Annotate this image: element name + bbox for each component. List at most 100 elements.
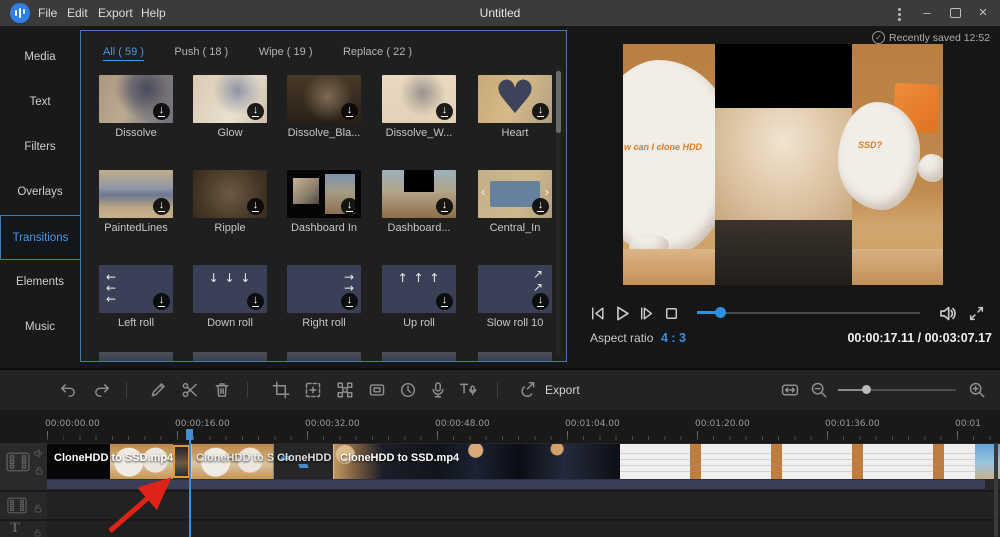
download-icon[interactable]: ↓: [532, 293, 549, 310]
download-icon[interactable]: ↓: [247, 293, 264, 310]
track-mute-icon[interactable]: [33, 448, 44, 459]
split-scissors-button[interactable]: [181, 381, 199, 399]
duration-clock-button[interactable]: [399, 381, 417, 399]
download-icon[interactable]: ↓: [341, 103, 358, 120]
delete-trash-button[interactable]: [213, 381, 231, 399]
download-icon[interactable]: ↓: [532, 103, 549, 120]
transition-item-dissolve[interactable]: ↓ Dissolve: [99, 75, 173, 141]
transition-item-slow-roll[interactable]: ↗ ↗ ↓ Slow roll 10: [478, 265, 552, 331]
transition-item-glow[interactable]: ↓ Glow: [193, 75, 267, 141]
sidebar-item-text[interactable]: Text: [0, 80, 80, 125]
transition-item-dissolve-white[interactable]: ↓ Dissolve_W...: [382, 75, 456, 141]
transition-label: Dissolve: [89, 127, 183, 139]
transition-item-dissolve-black[interactable]: ↓ Dissolve_Bla...: [287, 75, 361, 141]
close-button[interactable]: ×: [972, 0, 994, 26]
zoom-in-button[interactable]: [968, 381, 986, 399]
transition-item-up-roll[interactable]: ↑ ↑ ↑ ↓ Up roll: [382, 265, 456, 331]
transition-item-dashboard[interactable]: ↓ Dashboard...: [382, 170, 456, 236]
download-icon[interactable]: ↓: [436, 103, 453, 120]
transition-item-right-roll[interactable]: → → ↓ Right roll: [287, 265, 361, 331]
download-icon[interactable]: ↓: [436, 198, 453, 215]
track-lock-icon[interactable]: [33, 503, 43, 514]
seek-slider[interactable]: [697, 312, 920, 314]
fit-timeline-button[interactable]: [781, 381, 799, 399]
tab-all[interactable]: All ( 59 ): [103, 46, 144, 61]
undo-button[interactable]: [59, 381, 77, 399]
edit-pencil-button[interactable]: [149, 381, 167, 399]
transition-label: Dissolve_W...: [372, 127, 466, 139]
tab-replace[interactable]: Replace ( 22 ): [343, 46, 412, 60]
transition-label: Left roll: [89, 317, 183, 329]
next-frame-button[interactable]: [638, 305, 655, 327]
download-icon[interactable]: ↓: [532, 198, 549, 215]
chevron-left-icon: ‹: [481, 184, 485, 199]
voiceover-mic-button[interactable]: [429, 381, 447, 399]
export-button[interactable]: Export: [545, 383, 580, 397]
zoom-frame-button[interactable]: [304, 381, 322, 399]
video-track-1[interactable]: CloneHDD to SSD.mp4 CloneHDD to S CloneH…: [0, 443, 1000, 490]
tab-wipe[interactable]: Wipe ( 19 ): [259, 46, 313, 60]
zoom-out-button[interactable]: [810, 381, 828, 399]
freeze-frame-button[interactable]: [368, 381, 386, 399]
download-icon[interactable]: ↓: [247, 198, 264, 215]
sidebar-item-media[interactable]: Media: [0, 35, 80, 80]
sidebar-item-transitions[interactable]: Transitions: [0, 215, 80, 260]
transition-label: Dissolve_Bla...: [277, 127, 371, 139]
fullscreen-icon[interactable]: [968, 305, 985, 327]
download-icon[interactable]: ↓: [247, 103, 264, 120]
mosaic-button[interactable]: [336, 381, 354, 399]
transition-item-paintedlines[interactable]: ↓ PaintedLines: [99, 170, 173, 236]
transition-thumbnail-partial: [287, 352, 361, 361]
film-icon: [7, 497, 27, 514]
sidebar-item-overlays[interactable]: Overlays: [0, 170, 80, 215]
ruler-label: 00:01:20.00: [695, 419, 750, 429]
chevron-right-icon: ›: [545, 184, 549, 199]
timeline-transition-clip[interactable]: [173, 445, 190, 478]
previous-frame-button[interactable]: [589, 305, 606, 327]
track-lock-icon[interactable]: [33, 528, 42, 537]
crop-button[interactable]: [272, 381, 290, 399]
transition-item-dashboard-in[interactable]: ↓ Dashboard In: [287, 170, 361, 236]
export-icon[interactable]: [519, 381, 537, 399]
ruler-label: 00:00:32.00: [305, 419, 360, 429]
sidebar-item-elements[interactable]: Elements: [0, 260, 80, 305]
volume-icon[interactable]: [938, 304, 957, 328]
transition-item-central-in[interactable]: ‹ › ↓ Central_In: [478, 170, 552, 236]
transition-thumbnail: ↓: [382, 170, 456, 218]
download-icon[interactable]: ↓: [153, 293, 170, 310]
transition-item-heart[interactable]: ♥ ↓ Heart: [478, 75, 552, 141]
maximize-button[interactable]: [944, 0, 966, 26]
download-icon[interactable]: ↓: [341, 293, 358, 310]
text-to-speech-button[interactable]: [459, 381, 477, 399]
play-button[interactable]: [612, 304, 631, 328]
sidebar-item-filters[interactable]: Filters: [0, 125, 80, 170]
redo-button[interactable]: [93, 381, 111, 399]
kebab-menu-icon[interactable]: [888, 0, 910, 26]
stop-button[interactable]: [663, 305, 680, 327]
sidebar-item-music[interactable]: Music: [0, 305, 80, 350]
track-lock-icon[interactable]: [34, 465, 44, 476]
download-icon[interactable]: ↓: [153, 103, 170, 120]
video-frame-transition-band: [715, 44, 852, 285]
panel-scrollbar[interactable]: [556, 67, 561, 355]
timeline-zoom-handle[interactable]: [862, 385, 871, 394]
clip-4-segment[interactable]: [435, 444, 620, 479]
aspect-ratio-value[interactable]: 4 : 3: [661, 331, 686, 345]
transition-item-down-roll[interactable]: ↓ ↓ ↓ ↓ Down roll: [193, 265, 267, 331]
text-track[interactable]: T: [0, 521, 1000, 537]
download-icon[interactable]: ↓: [436, 293, 453, 310]
seek-handle[interactable]: [715, 307, 726, 318]
minimize-button[interactable]: –: [916, 0, 938, 26]
clip-4-segment[interactable]: [620, 444, 975, 479]
tab-push[interactable]: Push ( 18 ): [174, 46, 228, 60]
transition-item-left-roll[interactable]: ← ← ← ↓ Left roll: [99, 265, 173, 331]
download-icon[interactable]: ↓: [341, 198, 358, 215]
timeline-scrollbar[interactable]: [994, 443, 998, 537]
scrollbar-thumb[interactable]: [556, 71, 561, 133]
transition-thumbnail: ↓: [382, 75, 456, 123]
transition-item-ripple[interactable]: ↓ Ripple: [193, 170, 267, 236]
playhead-line[interactable]: [189, 429, 191, 537]
video-track-2[interactable]: [0, 492, 1000, 519]
transition-thumbnail: ↓: [193, 75, 267, 123]
download-icon[interactable]: ↓: [153, 198, 170, 215]
